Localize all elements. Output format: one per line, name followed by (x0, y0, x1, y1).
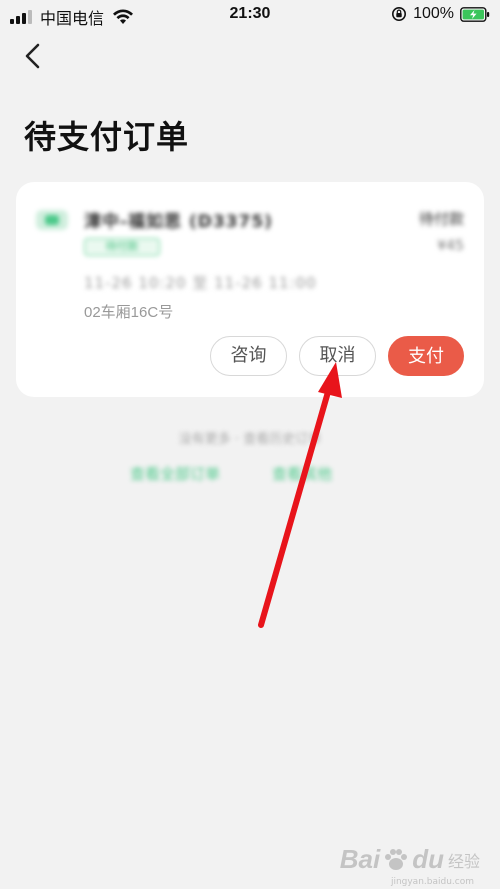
status-tag: 待付款 (84, 238, 160, 256)
rotation-lock-icon (392, 7, 407, 21)
train-icon (36, 210, 68, 230)
watermark-brand: Bai (339, 844, 381, 874)
baidu-watermark: Bai du 经验 (340, 844, 480, 875)
watermark-product: 经验 (447, 851, 480, 871)
status-bar: 中国电信 21:30 100% (0, 0, 500, 30)
watermark-brand-suffix: du (412, 844, 444, 874)
paw-icon (385, 848, 408, 870)
consult-button[interactable]: 咨询 (210, 336, 287, 376)
page-title: 待支付订单 (24, 118, 190, 156)
cancel-button[interactable]: 取消 (299, 336, 376, 376)
pay-button[interactable]: 支付 (388, 336, 464, 376)
view-other-link[interactable]: 查看其他 (272, 463, 332, 484)
watermark-url: jingyan.baidu.com (390, 877, 474, 887)
status-bar-right: 100% (391, 5, 490, 23)
back-button[interactable] (18, 40, 50, 72)
battery-charging-icon (460, 6, 490, 22)
footer-note: 没有更多 · 查看历史订单 (178, 432, 322, 447)
battery-percent: 100% (413, 5, 454, 22)
order-card[interactable]: 漳中-福如思 (D3375) 待付款 待付款 ¥45 11-26 10:20 至… (16, 182, 484, 397)
order-price: ¥45 (437, 238, 464, 254)
order-status: 待付款 (418, 210, 464, 228)
seat-info: 02车厢16C号 (84, 304, 174, 321)
travel-time: 11-26 10:20 至 11-26 11:00 (84, 274, 317, 292)
view-all-orders-link[interactable]: 查看全部订单 (130, 463, 220, 484)
route-name: 漳中-福如思 (D3375) (84, 212, 273, 232)
